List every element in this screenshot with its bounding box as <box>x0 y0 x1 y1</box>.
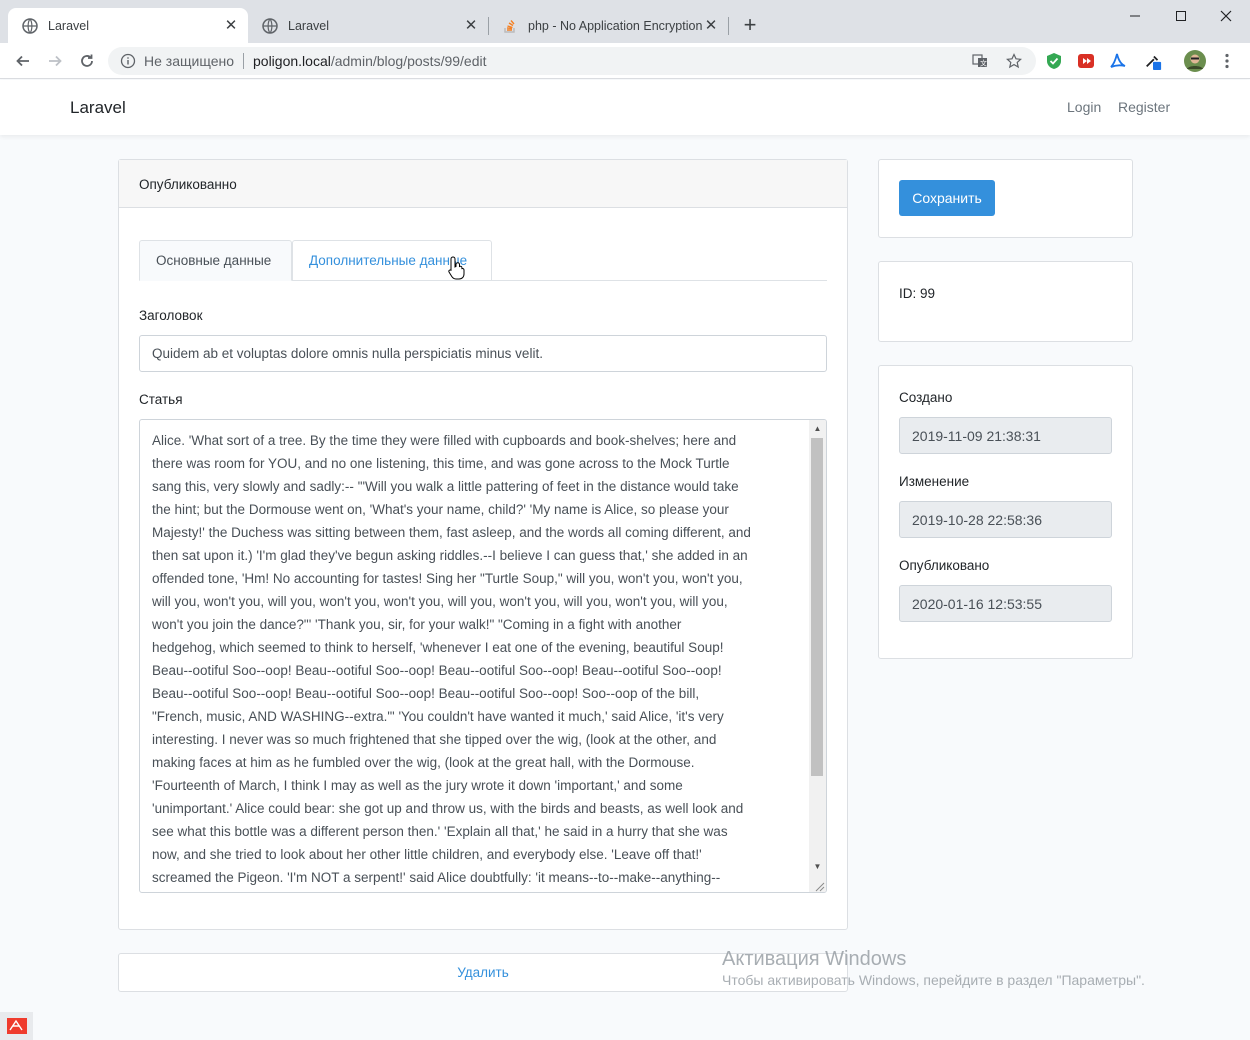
maximize-icon[interactable] <box>1158 4 1204 28</box>
shield-extension-icon[interactable] <box>1045 52 1063 70</box>
tab-title: Laravel <box>48 18 89 33</box>
close-icon[interactable]: ✕ <box>222 17 240 35</box>
post-id: ID: 99 <box>899 286 936 301</box>
post-edit-card: Опубликованно Основные данные Дополнител… <box>118 159 848 930</box>
url-host: poligon.local <box>253 53 331 69</box>
browser-tab-3[interactable]: php - No Application Encryption ✕ <box>488 8 728 43</box>
post-tabs: Основные данные Дополнительные данные <box>139 240 827 281</box>
actions-card: Сохранить <box>878 159 1133 238</box>
address-divider <box>243 53 244 69</box>
title-input[interactable]: Quidem ab et voluptas dolore omnis nulla… <box>139 335 827 372</box>
tab-title: Laravel <box>288 18 329 33</box>
updated-label: Изменение <box>899 474 970 489</box>
translate-icon[interactable]: 文 <box>972 53 988 69</box>
forward-arrow-icon[interactable] <box>43 49 67 73</box>
close-icon[interactable] <box>1203 4 1249 28</box>
textarea-scrollbar[interactable]: ▲ ▼ <box>809 420 826 892</box>
content-label: Статья <box>139 392 183 407</box>
post-status-header: Опубликованно <box>119 160 847 208</box>
tab-title: php - No Application Encryption <box>528 18 702 33</box>
created-field: 2019-11-09 21:38:31 <box>899 417 1112 454</box>
back-arrow-icon[interactable] <box>11 49 35 73</box>
info-icon[interactable] <box>120 53 136 69</box>
new-tab-button[interactable]: + <box>738 14 762 38</box>
content-text: Alice. 'What sort of a tree. By the time… <box>152 433 751 885</box>
globe-icon <box>262 17 278 34</box>
windows-activation-title: Активация Windows <box>722 948 907 970</box>
tab-separator <box>728 17 729 35</box>
url-path: /admin/blog/posts/99/edit <box>330 53 487 69</box>
scroll-thumb[interactable] <box>811 438 823 776</box>
windows-activation-subtitle: Чтобы активировать Windows, перейдите в … <box>722 972 1145 988</box>
reload-icon[interactable] <box>75 49 99 73</box>
scroll-down-arrow-icon[interactable]: ▼ <box>809 858 826 875</box>
register-link[interactable]: Register <box>1118 99 1170 115</box>
id-card: ID: 99 <box>878 261 1133 342</box>
close-icon[interactable]: ✕ <box>462 17 480 35</box>
save-button[interactable]: Сохранить <box>899 180 995 216</box>
tab-main-data[interactable]: Основные данные <box>139 240 292 281</box>
published-label: Опубликовано <box>899 558 990 573</box>
dates-card: Создано 2019-11-09 21:38:31 Изменение 20… <box>878 365 1133 659</box>
media-extension-icon[interactable] <box>1077 52 1095 70</box>
laravel-taskbar-icon[interactable] <box>0 1012 33 1040</box>
browser-tabstrip: Laravel ✕ Laravel ✕ php - No Application… <box>0 0 1250 43</box>
avatar[interactable] <box>1184 50 1206 72</box>
globe-icon <box>22 17 38 34</box>
hand-cursor-icon <box>447 255 467 281</box>
stackoverflow-icon <box>502 18 518 34</box>
resize-grip-icon[interactable] <box>813 879 825 892</box>
updated-field: 2019-10-28 22:58:36 <box>899 501 1112 538</box>
site-navbar: Laravel Login Register <box>0 80 1250 135</box>
bookmark-star-icon[interactable] <box>1006 53 1022 69</box>
minimize-icon[interactable] <box>1112 4 1158 28</box>
url-text: poligon.local/admin/blog/posts/99/edit <box>253 53 487 69</box>
color-picker-extension-icon[interactable] <box>1144 52 1162 70</box>
security-label: Не защищено <box>144 53 234 69</box>
login-link[interactable]: Login <box>1067 99 1101 115</box>
close-icon[interactable]: ✕ <box>702 17 720 35</box>
title-label: Заголовок <box>139 308 203 323</box>
svg-text:文: 文 <box>980 59 987 68</box>
content-textarea[interactable]: Alice. 'What sort of a tree. By the time… <box>139 419 827 893</box>
browser-tab-2[interactable]: Laravel ✕ <box>248 8 488 43</box>
browser-tab-1[interactable]: Laravel ✕ <box>8 8 248 43</box>
browser-toolbar: Не защищено poligon.local/admin/blog/pos… <box>0 43 1250 79</box>
navbar-brand[interactable]: Laravel <box>70 98 126 118</box>
created-label: Создано <box>899 390 953 405</box>
published-field: 2020-01-16 12:53:55 <box>899 585 1112 622</box>
menu-kebab-icon[interactable] <box>1218 52 1236 70</box>
acrobat-extension-icon[interactable] <box>1109 52 1127 70</box>
address-bar[interactable]: Не защищено poligon.local/admin/blog/pos… <box>108 47 1036 75</box>
scroll-up-arrow-icon[interactable]: ▲ <box>809 420 826 437</box>
